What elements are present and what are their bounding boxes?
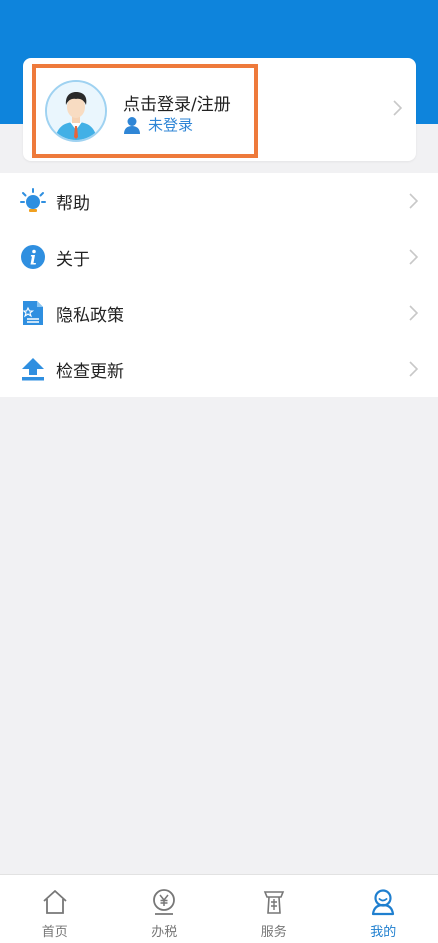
upload-icon xyxy=(20,356,46,382)
bottom-navigation: 首页 办税 服务 我的 xyxy=(0,874,438,943)
home-icon xyxy=(41,887,69,917)
nav-label: 服务 xyxy=(260,925,287,940)
menu-item-label: 检查更新 xyxy=(56,362,124,382)
yuan-icon xyxy=(150,887,178,917)
menu-item-label: 关于 xyxy=(56,250,90,270)
menu-item-privacy-policy[interactable]: 隐私政策 xyxy=(0,285,438,341)
document-icon xyxy=(20,300,46,326)
chevron-right-icon xyxy=(409,193,419,213)
nav-tab-mine[interactable]: 我的 xyxy=(329,875,438,943)
profile-screen: 点击登录/注册 未登录 帮助 关于 隐私政策 检查更新 首页 办税 服务 我的 xyxy=(0,0,438,943)
menu-item-check-update[interactable]: 检查更新 xyxy=(0,341,438,397)
user-icon xyxy=(123,116,141,134)
nav-label: 我的 xyxy=(370,925,397,940)
nav-tab-service[interactable]: 服务 xyxy=(219,875,329,943)
login-status: 未登录 xyxy=(123,114,193,135)
chevron-right-icon xyxy=(393,100,403,120)
info-icon xyxy=(20,244,46,270)
profile-icon xyxy=(369,887,397,917)
chevron-right-icon xyxy=(409,305,419,325)
settings-menu: 帮助 关于 隐私政策 检查更新 xyxy=(0,173,438,397)
nav-label: 办税 xyxy=(151,925,178,940)
menu-item-label: 帮助 xyxy=(56,194,90,214)
menu-item-about[interactable]: 关于 xyxy=(0,229,438,285)
chevron-right-icon xyxy=(409,249,419,269)
nav-label: 首页 xyxy=(41,925,68,940)
menu-item-help[interactable]: 帮助 xyxy=(0,173,438,229)
nav-tab-tax[interactable]: 办税 xyxy=(110,875,220,943)
service-icon xyxy=(260,887,288,917)
nav-tab-home[interactable]: 首页 xyxy=(0,875,110,943)
profile-card[interactable]: 点击登录/注册 未登录 xyxy=(23,58,416,161)
login-register-link[interactable]: 点击登录/注册 xyxy=(123,90,231,115)
login-status-text: 未登录 xyxy=(148,116,194,134)
avatar-icon[interactable] xyxy=(45,80,107,142)
chevron-right-icon xyxy=(409,361,419,381)
lightbulb-icon xyxy=(20,188,46,214)
menu-item-label: 隐私政策 xyxy=(56,306,124,326)
